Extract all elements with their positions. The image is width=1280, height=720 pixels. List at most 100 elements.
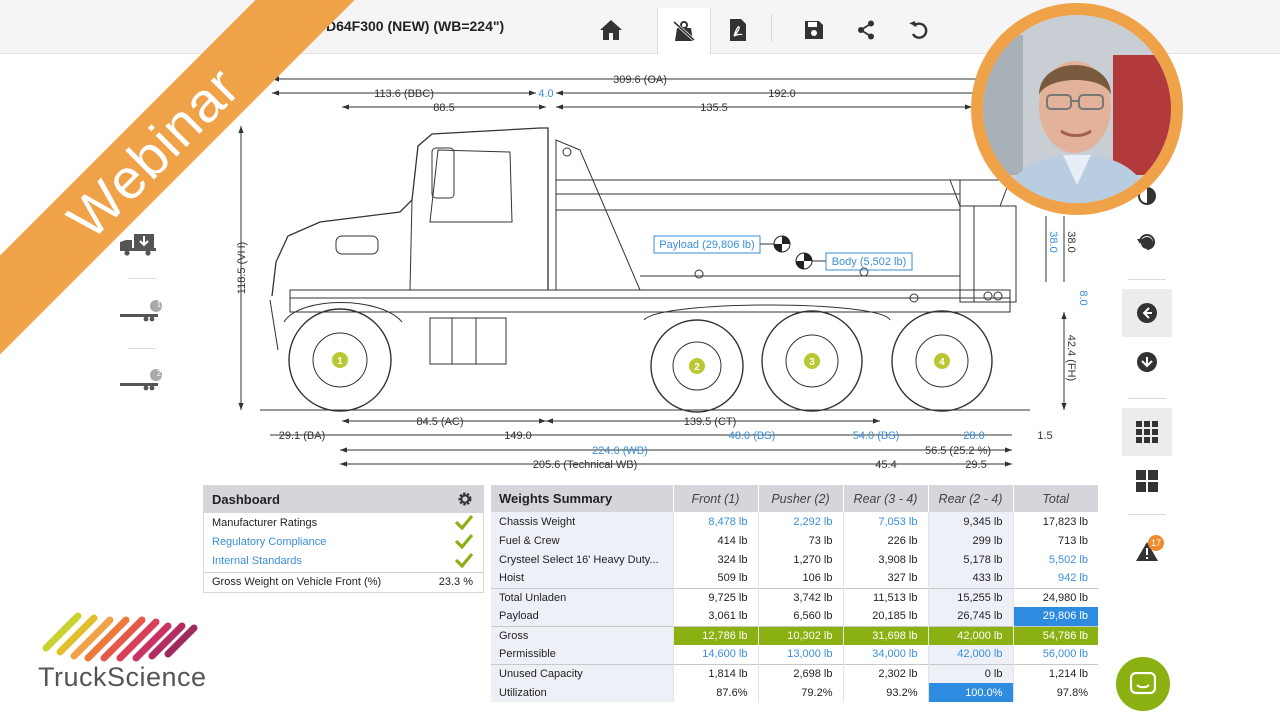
presenter-video xyxy=(983,15,1171,203)
weights-cell: 1,270 lb xyxy=(757,550,843,569)
save-button[interactable] xyxy=(787,8,841,52)
weights-cell[interactable]: 56,000 lb xyxy=(1012,645,1098,664)
share-icon xyxy=(858,20,874,40)
weights-cell: 87.6% xyxy=(672,683,758,702)
weights-cell[interactable]: 7,053 lb xyxy=(842,512,928,531)
arrow-down-icon xyxy=(1137,352,1157,372)
weights-cell[interactable]: 5,502 lb xyxy=(1012,550,1098,569)
dashboard-title: Dashboard xyxy=(212,492,280,507)
reset-view-button[interactable] xyxy=(1122,218,1172,266)
dashboard-row: Manufacturer Ratings xyxy=(204,513,483,532)
weights-cell: 97.8% xyxy=(1012,683,1098,702)
weights-cell: 713 lb xyxy=(1012,531,1098,550)
weights-cell[interactable]: 942 lb xyxy=(1012,569,1098,588)
grid-small-button[interactable] xyxy=(1122,408,1172,456)
weights-cell: 29,806 lb xyxy=(1012,607,1098,626)
grid-large-button[interactable] xyxy=(1122,457,1172,505)
dim-cab: 88.5 xyxy=(433,102,454,114)
weights-cell[interactable]: 14,600 lb xyxy=(672,645,758,664)
weights-cell[interactable]: 2,292 lb xyxy=(757,512,843,531)
dim-gap-top: 4.0 xyxy=(538,88,553,100)
weights-cell: 54,786 lb xyxy=(1012,625,1098,645)
weights-row-label: Crysteel Select 16' Heavy Duty... xyxy=(491,550,673,569)
body-callout[interactable]: Body (5,502 lb) xyxy=(832,256,907,268)
weights-cell[interactable]: 34,000 lb xyxy=(842,645,928,664)
weights-cell: 433 lb xyxy=(927,569,1013,588)
dim-ct: 139.5 (CT) xyxy=(684,416,737,428)
weights-row: Unused Capacity 1,814 lb 2,698 lb 2,302 lb 0… xyxy=(491,663,1098,683)
gear-icon xyxy=(458,492,472,506)
weights-column-header: Total xyxy=(1012,485,1098,512)
home-button[interactable] xyxy=(584,8,638,52)
dim-149: 149.0 xyxy=(504,430,532,442)
trailer-2-badge: 2 xyxy=(156,369,162,378)
save-icon xyxy=(805,21,823,39)
dim-vehicle-height: 118.5 (VH) xyxy=(236,242,248,294)
dim-bs2: 54.0 (BS) xyxy=(853,430,899,442)
dim-ba: 29.1 (BA) xyxy=(279,430,325,442)
weights-cell: 5,178 lb xyxy=(927,550,1013,569)
trailer-2-button[interactable]: 2 xyxy=(118,369,162,395)
weights-column-header: Rear (3 - 4) xyxy=(842,485,928,512)
home-icon xyxy=(600,20,622,40)
weights-row-label: Utilization xyxy=(491,683,673,702)
weights-view-button[interactable] xyxy=(657,8,711,54)
dashboard-settings-button[interactable] xyxy=(457,491,473,510)
weights-cell: 327 lb xyxy=(842,569,928,588)
weights-row: Permissible 14,600 lb 13,000 lb 34,000 lb 42… xyxy=(491,645,1098,664)
share-button[interactable] xyxy=(839,8,893,52)
toolbar-divider xyxy=(771,14,772,42)
grid-nine-icon xyxy=(1136,421,1158,443)
dashboard-row[interactable]: Internal Standards xyxy=(204,551,483,570)
weights-cell: 10,302 lb xyxy=(757,625,843,645)
weights-row-label: Unused Capacity xyxy=(491,663,673,683)
weights-row: Gross 12,786 lb 10,302 lb 31,698 lb 42,000 l… xyxy=(491,625,1098,645)
dim-body-length: 135.5 xyxy=(700,102,728,114)
dashboard-row-label: Regulatory Compliance xyxy=(212,535,327,548)
dim-bs1: 48.0 (BS) xyxy=(729,430,775,442)
truck-title: D64F300 (NEW) (WB=224") xyxy=(326,18,505,34)
weights-cell: 24,980 lb xyxy=(1012,587,1098,607)
weights-column-header: Front (1) xyxy=(672,485,758,512)
weights-cell: 1,214 lb xyxy=(1012,663,1098,683)
undo-button[interactable] xyxy=(892,8,946,52)
body-cg-marker xyxy=(795,252,813,270)
back-button[interactable] xyxy=(1122,289,1172,337)
weights-cell: 226 lb xyxy=(842,531,928,550)
presenter-image xyxy=(983,15,1171,203)
logo-mark-icon xyxy=(42,612,198,662)
weights-cell[interactable]: 13,000 lb xyxy=(757,645,843,664)
weights-cell: 299 lb xyxy=(927,531,1013,550)
weights-cell: 0 lb xyxy=(927,663,1013,683)
dashboard-row[interactable]: Regulatory Compliance xyxy=(204,532,483,551)
weights-cell: 12,786 lb xyxy=(672,625,758,645)
weights-row-label: Chassis Weight xyxy=(491,512,673,531)
rail-divider xyxy=(128,348,156,349)
payload-callout[interactable]: Payload (29,806 lb) xyxy=(659,239,754,251)
dashboard-row-label: Manufacturer Ratings xyxy=(212,516,318,529)
weights-header-row: Weights Summary Front (1) Pusher (2) Rear … xyxy=(491,485,1098,512)
weights-cell: 2,698 lb xyxy=(757,663,843,683)
pdf-export-button[interactable] xyxy=(711,8,765,52)
dim-ac: 84.5 (AC) xyxy=(416,416,463,428)
weights-row: Payload 3,061 lb 6,560 lb 20,185 lb 26,745 l… xyxy=(491,607,1098,626)
download-button[interactable] xyxy=(1122,338,1172,386)
axle-badges: 1 2 3 4 xyxy=(332,352,950,374)
gross-front-label: Gross Weight on Vehicle Front (%) xyxy=(212,576,382,588)
load-truck-button[interactable] xyxy=(118,232,162,258)
warning-count-badge: 17 xyxy=(1148,535,1164,551)
rotate-icon xyxy=(1137,234,1155,250)
trailer-1-button[interactable]: 1 xyxy=(118,300,162,326)
undo-icon xyxy=(909,21,928,39)
weights-cell: 6,560 lb xyxy=(757,607,843,626)
weights-cell: 3,061 lb xyxy=(672,607,758,626)
chat-button[interactable] xyxy=(1116,657,1170,711)
gross-front-value: 23.3 % xyxy=(438,576,473,588)
warnings-button[interactable]: 17 xyxy=(1122,527,1172,575)
weights-cell: 1,814 lb xyxy=(672,663,758,683)
chat-icon xyxy=(1130,672,1156,695)
dim-right-38a: 38.0 xyxy=(1047,231,1059,252)
weights-cell: 106 lb xyxy=(757,569,843,588)
weights-cell[interactable]: 8,478 lb xyxy=(672,512,758,531)
weights-cell[interactable]: 42,000 lb xyxy=(927,645,1013,664)
